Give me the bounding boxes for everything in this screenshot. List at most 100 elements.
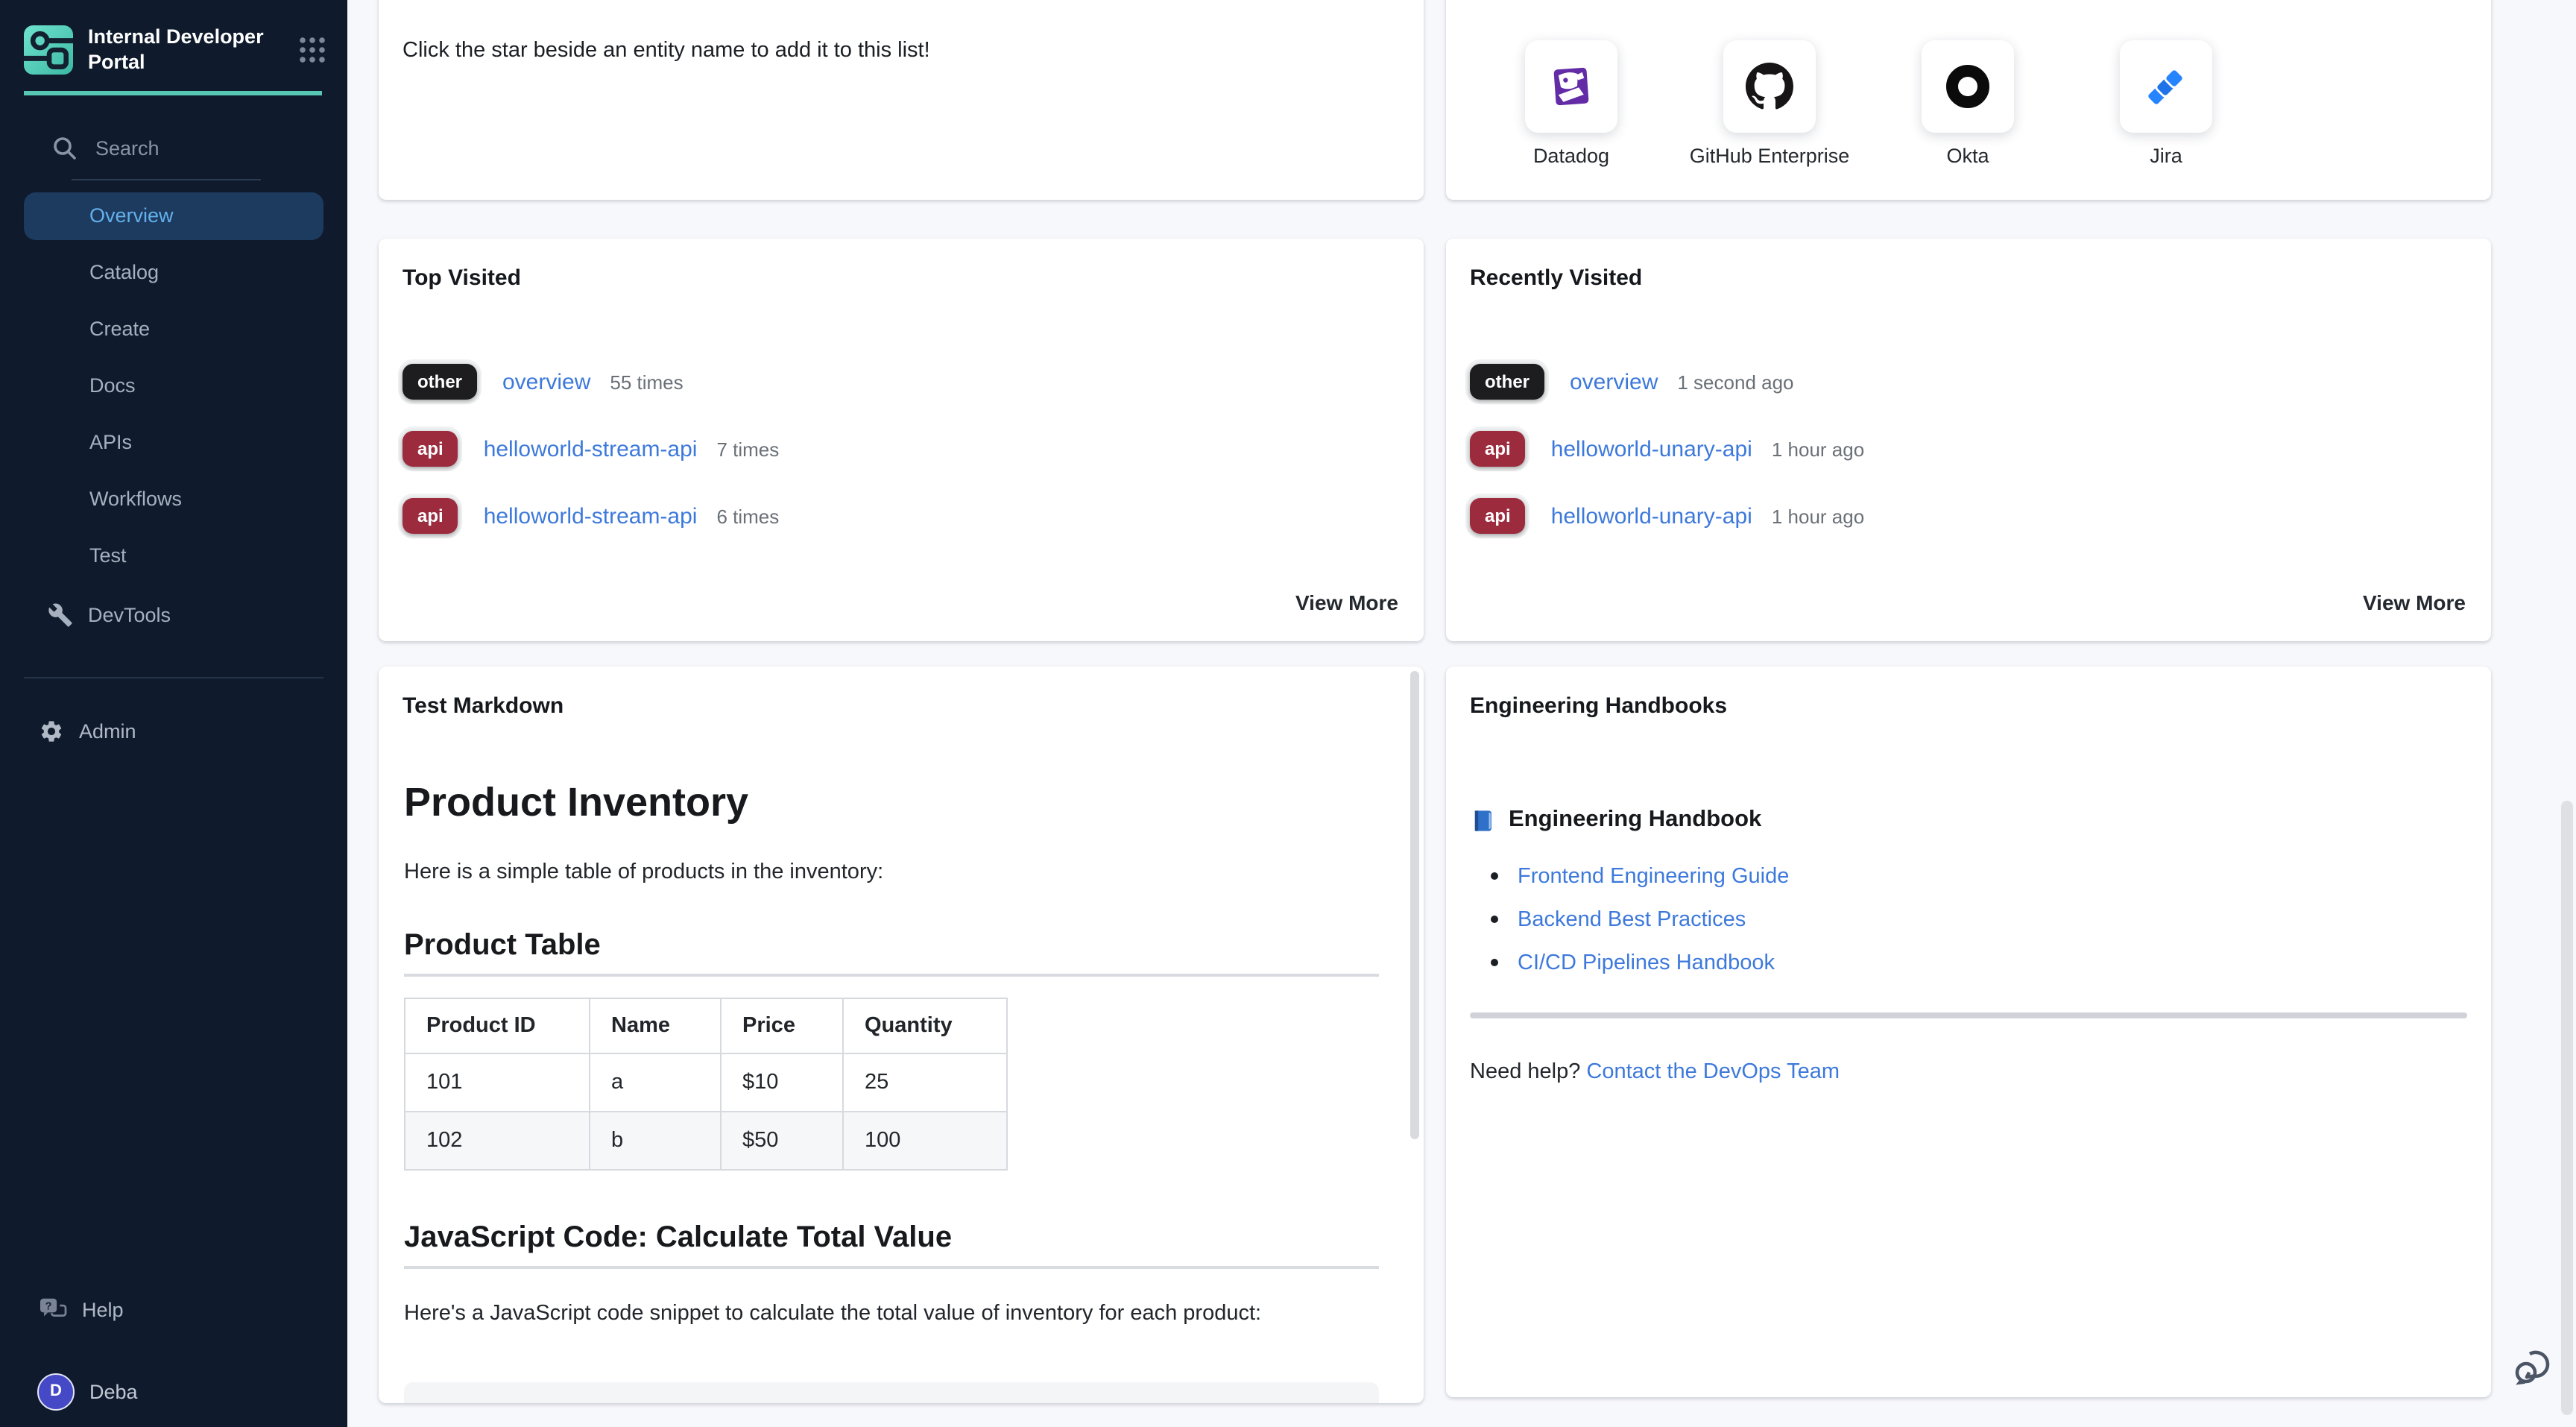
sidebar-item-apis[interactable]: APIs xyxy=(24,418,323,466)
sidebar-accent-divider xyxy=(24,91,322,95)
okta-icon xyxy=(1922,40,2014,133)
table-row: 102 b $50 100 xyxy=(405,1112,1007,1170)
sidebar-item-admin[interactable]: Admin xyxy=(39,708,323,755)
list-item: other overview 1 second ago xyxy=(1470,364,2467,400)
handbook-section-title: Engineering Handbook xyxy=(1509,807,1761,834)
toolkit-label-jira: Jira xyxy=(2150,145,2182,167)
visit-time: 1 second ago xyxy=(1677,371,1793,393)
search-input[interactable]: Search xyxy=(0,125,347,172)
sidebar-item-help-label: Help xyxy=(82,1298,124,1320)
entity-link[interactable]: helloworld-stream-api xyxy=(484,503,698,529)
handbook-link-backend[interactable]: Backend Best Practices xyxy=(1518,907,1746,931)
table-cell: a xyxy=(590,1053,721,1112)
sidebar-item-admin-label: Admin xyxy=(79,720,136,743)
handbook-link-frontend[interactable]: Frontend Engineering Guide xyxy=(1518,864,1789,888)
list-item: api helloworld-stream-api 7 times xyxy=(402,431,1400,467)
column-header: Quantity xyxy=(843,998,1007,1053)
sidebar-item-create[interactable]: Create xyxy=(24,305,323,353)
md-intro-paragraph: Here is a simple table of products in th… xyxy=(404,857,1379,889)
handbook-link-cicd[interactable]: CI/CD Pipelines Handbook xyxy=(1518,951,1775,974)
view-more-button[interactable]: View More xyxy=(2363,590,2466,614)
contact-devops-link[interactable]: Contact the DevOps Team xyxy=(1586,1060,1840,1084)
toolkit-label-datadog: Datadog xyxy=(1533,145,1609,167)
list-item: api helloworld-unary-api 1 hour ago xyxy=(1470,498,2467,534)
toolkit-tile-okta[interactable]: Okta xyxy=(1922,40,2014,167)
code-line: const products = [ xyxy=(404,1382,1379,1403)
starred-entities-card: Click the star beside an entity name to … xyxy=(379,0,1424,200)
visit-count: 7 times xyxy=(716,438,779,460)
entity-link[interactable]: overview xyxy=(502,369,590,394)
md-rule xyxy=(404,1266,1379,1268)
main-content: Click the star beside an entity name to … xyxy=(347,0,2576,1427)
bullet-dot xyxy=(1491,872,1498,880)
sidebar-nav: Overview Catalog Create Docs APIs Workfl… xyxy=(0,192,347,579)
visit-time: 1 hour ago xyxy=(1772,438,1864,460)
sidebar-spacer xyxy=(0,755,347,1285)
gear-icon xyxy=(39,719,64,744)
kind-badge: other xyxy=(402,364,477,400)
list-item: CI/CD Pipelines Handbook xyxy=(1491,941,1789,984)
recently-visited-title: Recently Visited xyxy=(1470,265,1642,291)
need-help-line: Need help? Contact the DevOps Team xyxy=(1470,1060,1840,1084)
table-cell: $50 xyxy=(721,1112,843,1170)
search-placeholder: Search xyxy=(95,137,160,160)
sidebar-item-docs[interactable]: Docs xyxy=(24,362,323,409)
kind-badge: api xyxy=(402,431,458,467)
entity-link[interactable]: helloworld-unary-api xyxy=(1551,503,1752,529)
visit-count: 6 times xyxy=(716,505,779,527)
svg-text:?: ? xyxy=(45,1300,52,1311)
toolkit-tile-jira[interactable]: Jira xyxy=(2120,40,2212,167)
user-menu[interactable]: D Deba xyxy=(37,1372,323,1411)
page-scrollbar-thumb[interactable] xyxy=(2561,801,2573,1415)
thick-divider xyxy=(1470,1012,2467,1018)
kind-badge: other xyxy=(1470,364,1544,400)
sidebar-item-catalog[interactable]: Catalog xyxy=(24,248,323,296)
entity-link[interactable]: overview xyxy=(1570,369,1658,394)
table-cell: 25 xyxy=(843,1053,1007,1112)
markdown-card-scrollbar[interactable] xyxy=(1410,671,1419,1139)
table-cell: 102 xyxy=(405,1112,590,1170)
list-item: other overview 55 times xyxy=(402,364,1400,400)
test-markdown-title: Test Markdown xyxy=(402,693,564,719)
test-markdown-card: Test Markdown Product Inventory Here is … xyxy=(379,667,1424,1403)
sidebar-divider xyxy=(24,676,323,678)
sidebar-item-test[interactable]: Test xyxy=(24,532,323,579)
entity-link[interactable]: helloworld-unary-api xyxy=(1551,436,1752,462)
table-cell: $10 xyxy=(721,1053,843,1112)
logo-row: Internal Developer Portal xyxy=(0,0,347,75)
kind-badge: api xyxy=(402,498,458,534)
view-more-button[interactable]: View More xyxy=(1295,590,1398,614)
engineering-handbooks-card: Engineering Handbooks Engineering Handbo… xyxy=(1446,667,2491,1397)
table-cell: 101 xyxy=(405,1053,590,1112)
bullet-dot xyxy=(1491,916,1498,923)
recently-visited-card: Recently Visited other overview 1 second… xyxy=(1446,239,2491,641)
sidebar-item-help[interactable]: ? Help xyxy=(39,1285,323,1333)
toolkit-card: Datadog GitHub Enterprise xyxy=(1446,0,2491,200)
engineering-handbooks-title: Engineering Handbooks xyxy=(1470,693,1727,719)
need-help-text: Need help? xyxy=(1470,1060,1580,1084)
chat-feedback-icon[interactable] xyxy=(2510,1339,2561,1390)
sidebar-item-workflows[interactable]: Workflows xyxy=(24,475,323,523)
table-header-row: Product ID Name Price Quantity xyxy=(405,998,1007,1053)
visit-count: 55 times xyxy=(610,371,683,393)
search-icon xyxy=(52,136,78,161)
sidebar-item-devtools[interactable]: DevTools xyxy=(48,591,323,639)
toolkit-tiles: Datadog GitHub Enterprise xyxy=(1525,40,2212,167)
md-heading-product-inventory: Product Inventory xyxy=(404,780,1379,826)
entity-link[interactable]: helloworld-stream-api xyxy=(484,436,698,462)
sidebar-item-overview[interactable]: Overview xyxy=(24,192,323,239)
app-root: Internal Developer Portal Search Overvie… xyxy=(0,0,2576,1427)
code-block: const products = [ xyxy=(404,1382,1379,1403)
visit-time: 1 hour ago xyxy=(1772,505,1864,527)
md-code-intro-paragraph: Here's a JavaScript code snippet to calc… xyxy=(404,1299,1370,1330)
toolkit-tile-datadog[interactable]: Datadog xyxy=(1525,40,1617,167)
avatar: D xyxy=(37,1373,75,1410)
toolkit-tile-github[interactable]: GitHub Enterprise xyxy=(1723,40,1816,167)
top-visited-rows: other overview 55 times api helloworld-s… xyxy=(402,364,1400,565)
user-name: Deba xyxy=(89,1380,138,1402)
top-visited-title: Top Visited xyxy=(402,265,521,291)
help-chat-icon: ? xyxy=(39,1297,67,1322)
apps-grid-icon[interactable] xyxy=(298,36,326,64)
list-item: Frontend Engineering Guide xyxy=(1491,854,1789,898)
table-cell: 100 xyxy=(843,1112,1007,1170)
